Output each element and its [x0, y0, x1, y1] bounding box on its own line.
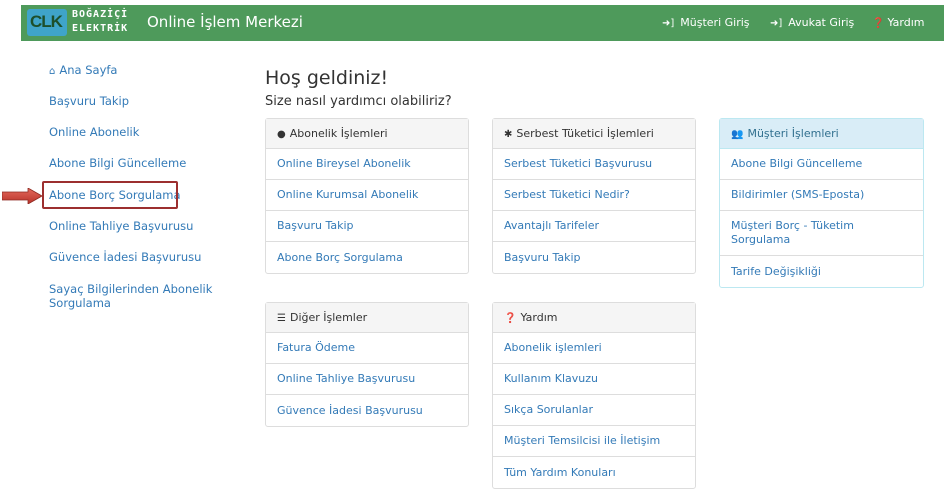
lawyer-login-label: Avukat Giriş [788, 16, 855, 29]
question-circle-icon: ❓ [504, 313, 517, 324]
list-item[interactable]: Serbest Tüketici Nedir? [493, 180, 695, 211]
panel-heading: ● Abonelik İşlemleri [266, 119, 468, 149]
list-item[interactable]: Tüm Yardım Konuları [493, 457, 695, 488]
list-item[interactable]: Abone Bilgi Güncelleme [720, 149, 923, 180]
list-item[interactable]: Sıkça Sorulanlar [493, 395, 695, 426]
panel-subscription: ● Abonelik İşlemleri Online Bireysel Abon… [265, 118, 469, 274]
panel-heading: ☰ Diğer İşlemler [266, 303, 468, 333]
panel-title: Müşteri İşlemleri [747, 127, 839, 140]
panel-free-consumer: ✱ Serbest Tüketici İşlemleri Serbest Tüke… [492, 118, 696, 274]
company-logo[interactable]: CLK BOĞAZİÇİ ELEKTRİK [27, 8, 157, 38]
sidebar-item-subscriber-update[interactable]: Abone Bilgi Güncelleme [49, 156, 186, 170]
logo-mark-text: CLK [30, 12, 63, 31]
list-item[interactable]: Online Kurumsal Abonelik [266, 180, 468, 211]
users-icon: 👥 [731, 129, 744, 140]
sign-in-icon: ➜] [770, 18, 783, 29]
panel-other: ☰ Diğer İşlemler Fatura Ödeme Online Tahl… [265, 302, 469, 427]
list-item[interactable]: Müşteri Temsilcisi ile İletişim [493, 426, 695, 457]
sidebar-item-meter-inquiry[interactable]: Sayaç Bilgilerinden Abonelik Sorgulama [49, 282, 239, 310]
list-item[interactable]: Online Tahliye Başvurusu [266, 364, 468, 395]
sidebar-item-application-tracking[interactable]: Başvuru Takip [49, 94, 129, 108]
list-item[interactable]: Başvuru Takip [266, 211, 468, 242]
panel-title: Abonelik İşlemleri [289, 127, 388, 140]
pointer-arrow-icon [2, 188, 42, 204]
list-item[interactable]: Kullanım Klavuzu [493, 364, 695, 395]
list-item[interactable]: Online Bireysel Abonelik [266, 149, 468, 180]
list-item[interactable]: Fatura Ödeme [266, 333, 468, 364]
list-item[interactable]: Güvence İadesi Başvurusu [266, 395, 468, 426]
top-navbar: CLK BOĞAZİÇİ ELEKTRİK Online İşlem Merke… [21, 5, 944, 41]
sidebar-item-home[interactable]: ⌂ Ana Sayfa [49, 63, 117, 77]
brand-title[interactable]: Online İşlem Merkezi [147, 13, 303, 31]
panel-help: ❓ Yardım Abonelik işlemleri Kullanım Klav… [492, 302, 696, 489]
page-title: Hoş geldiniz! [265, 67, 389, 89]
list-item[interactable]: Serbest Tüketici Başvurusu [493, 149, 695, 180]
logo-mark: CLK [27, 9, 67, 36]
list-item[interactable]: Başvuru Takip [493, 242, 695, 273]
list-item[interactable]: Abonelik işlemleri [493, 333, 695, 364]
home-icon: ⌂ [49, 66, 56, 77]
panel-title: Serbest Tüketici İşlemleri [516, 127, 654, 140]
logo-line-2: ELEKTRİK [72, 23, 129, 34]
panel-customer: 👥 Müşteri İşlemleri Abone Bilgi Güncellem… [719, 118, 924, 288]
list-item[interactable]: Bildirimler (SMS-Eposta) [720, 180, 923, 211]
sidebar-item-eviction-application[interactable]: Online Tahliye Başvurusu [49, 219, 193, 233]
logo-line-1: BOĞAZİÇİ [72, 9, 129, 20]
help-link[interactable]: ❓ Yardım [872, 16, 924, 29]
page-subtitle: Size nasıl yardımcı olabiliriz? [265, 94, 452, 109]
lawyer-login-link[interactable]: ➜] Avukat Giriş [770, 16, 854, 29]
list-icon: ☰ [277, 313, 286, 324]
list-item[interactable]: Avantajlı Tarifeler [493, 211, 695, 242]
sign-in-icon: ➜] [662, 18, 675, 29]
highlight-box [42, 181, 178, 209]
list-item[interactable]: Tarife Değişikliği [720, 256, 923, 287]
help-label: Yardım [887, 16, 925, 29]
panel-title: Yardım [520, 311, 558, 324]
list-item[interactable]: Abone Borç Sorgulama [266, 242, 468, 273]
panel-title: Diğer İşlemler [289, 311, 368, 324]
question-circle-icon: ❓ [872, 18, 885, 29]
sidebar-item-label: Ana Sayfa [59, 63, 118, 77]
sidebar-item-online-subscription[interactable]: Online Abonelik [49, 125, 139, 139]
asterisk-icon: ✱ [504, 129, 513, 140]
panel-heading: ❓ Yardım [493, 303, 695, 333]
panel-heading: ✱ Serbest Tüketici İşlemleri [493, 119, 695, 149]
customer-login-link[interactable]: ➜] Müşteri Giriş [662, 16, 750, 29]
list-item[interactable]: Müşteri Borç - Tüketim Sorgulama [720, 211, 923, 256]
panel-heading: 👥 Müşteri İşlemleri [720, 119, 923, 149]
sidebar-item-deposit-refund[interactable]: Güvence İadesi Başvurusu [49, 250, 201, 264]
user-icon: ● [277, 129, 286, 140]
customer-login-label: Müşteri Giriş [680, 16, 750, 29]
